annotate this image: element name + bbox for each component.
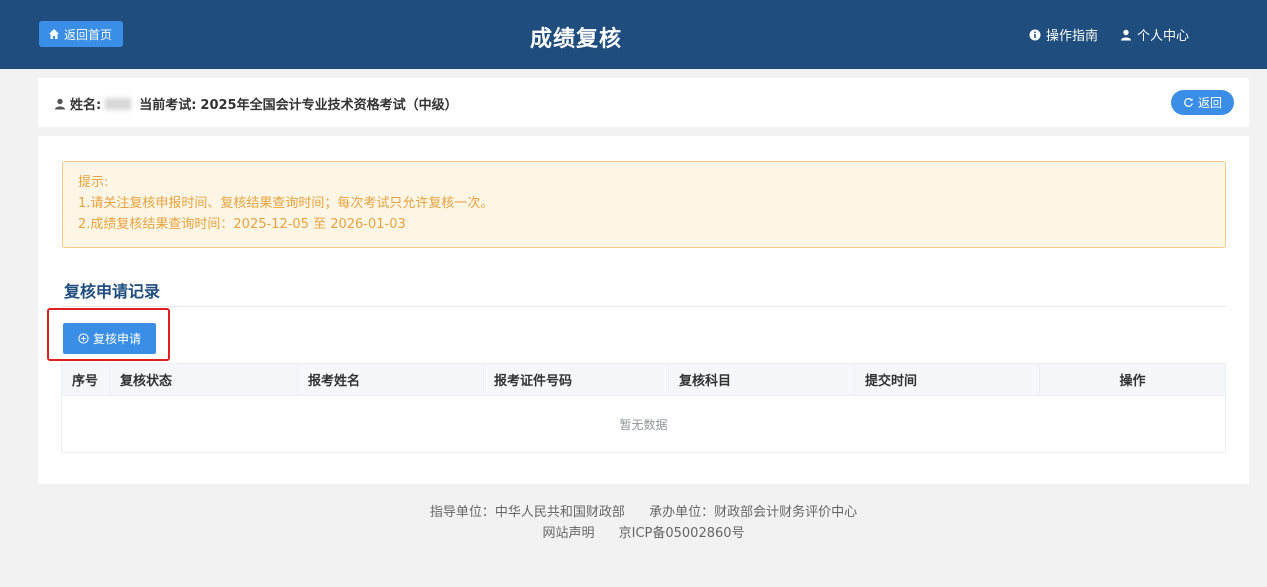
column-header-submit-time: 提交时间 <box>855 364 1040 395</box>
footer-statement-link[interactable]: 网站声明 <box>542 526 594 541</box>
column-header-id-number: 报考证件号码 <box>484 364 669 395</box>
column-header-status: 复核状态 <box>110 364 298 395</box>
user-info-bar: 姓名: 当前考试: 2025年全国会计专业技术资格考试（中级） 返回 <box>38 78 1249 127</box>
highlight-box: 复核申请 <box>47 308 170 361</box>
notice-title: 提示: <box>78 175 109 190</box>
profile-label: 个人中心 <box>1136 29 1189 44</box>
top-header: 返回首页 成绩复核 操作指南 个人中心 <box>0 0 1267 69</box>
notice-line-1: 1.请关注复核申报时间、复核结果查询时间；每次考试只允许复核一次。 <box>78 196 494 211</box>
footer-host-unit: 承办单位：财政部会计财务评价中心 <box>649 505 858 520</box>
notice-box: 提示: 1.请关注复核申报时间、复核结果查询时间；每次考试只允许复核一次。 2.… <box>62 161 1226 248</box>
empty-state: 暂无数据 <box>619 417 668 432</box>
info-icon <box>1029 29 1041 40</box>
column-header-subject: 复核科目 <box>669 364 855 395</box>
plus-circle-icon <box>78 333 89 344</box>
refresh-icon <box>1184 98 1193 107</box>
records-table: 序号 复核状态 报考姓名 报考证件号码 复核科目 提交时间 操作 暂无数据 <box>61 363 1226 453</box>
profile-link[interactable]: 个人中心 <box>1120 25 1189 44</box>
redacted-name <box>105 97 132 110</box>
name-label: 姓名: <box>70 98 102 113</box>
apply-review-button[interactable]: 复核申请 <box>63 323 156 354</box>
guide-link[interactable]: 操作指南 <box>1029 25 1098 44</box>
header-nav: 操作指南 个人中心 <box>1029 25 1189 44</box>
exam-label: 当前考试: <box>139 98 197 113</box>
table-header: 序号 复核状态 报考姓名 报考证件号码 复核科目 提交时间 操作 <box>62 364 1225 396</box>
back-button[interactable]: 返回 <box>1170 90 1234 115</box>
footer: 指导单位：中华人民共和国财政部 承办单位：财政部会计财务评价中心 网站声明 京I… <box>0 502 1267 544</box>
apply-review-label: 复核申请 <box>92 332 141 346</box>
notice-line-2: 2.成绩复核结果查询时间：2025-12-05 至 2026-01-03 <box>78 217 406 232</box>
tab-review-records[interactable]: 复核申请记录 <box>64 278 161 310</box>
column-header-name: 报考姓名 <box>298 364 484 395</box>
column-header-actions: 操作 <box>1119 374 1146 389</box>
user-info: 姓名: 当前考试: 2025年全国会计专业技术资格考试（中级） <box>54 94 458 113</box>
guide-label: 操作指南 <box>1045 29 1098 44</box>
page-title: 成绩复核 <box>529 27 622 52</box>
user-icon <box>1120 29 1131 40</box>
main-panel: 提示: 1.请关注复核申报时间、复核结果查询时间；每次考试只允许复核一次。 2.… <box>38 136 1249 484</box>
footer-guide-unit: 指导单位：中华人民共和国财政部 <box>429 505 625 520</box>
footer-icp[interactable]: 京ICP备05002860号 <box>619 526 745 541</box>
tab-bar: 复核申请记录 <box>62 274 1226 310</box>
user-icon <box>55 98 65 109</box>
exam-name: 2025年全国会计专业技术资格考试（中级） <box>200 98 458 113</box>
column-header-index: 序号 <box>62 364 110 395</box>
back-button-label: 返回 <box>1197 96 1222 110</box>
